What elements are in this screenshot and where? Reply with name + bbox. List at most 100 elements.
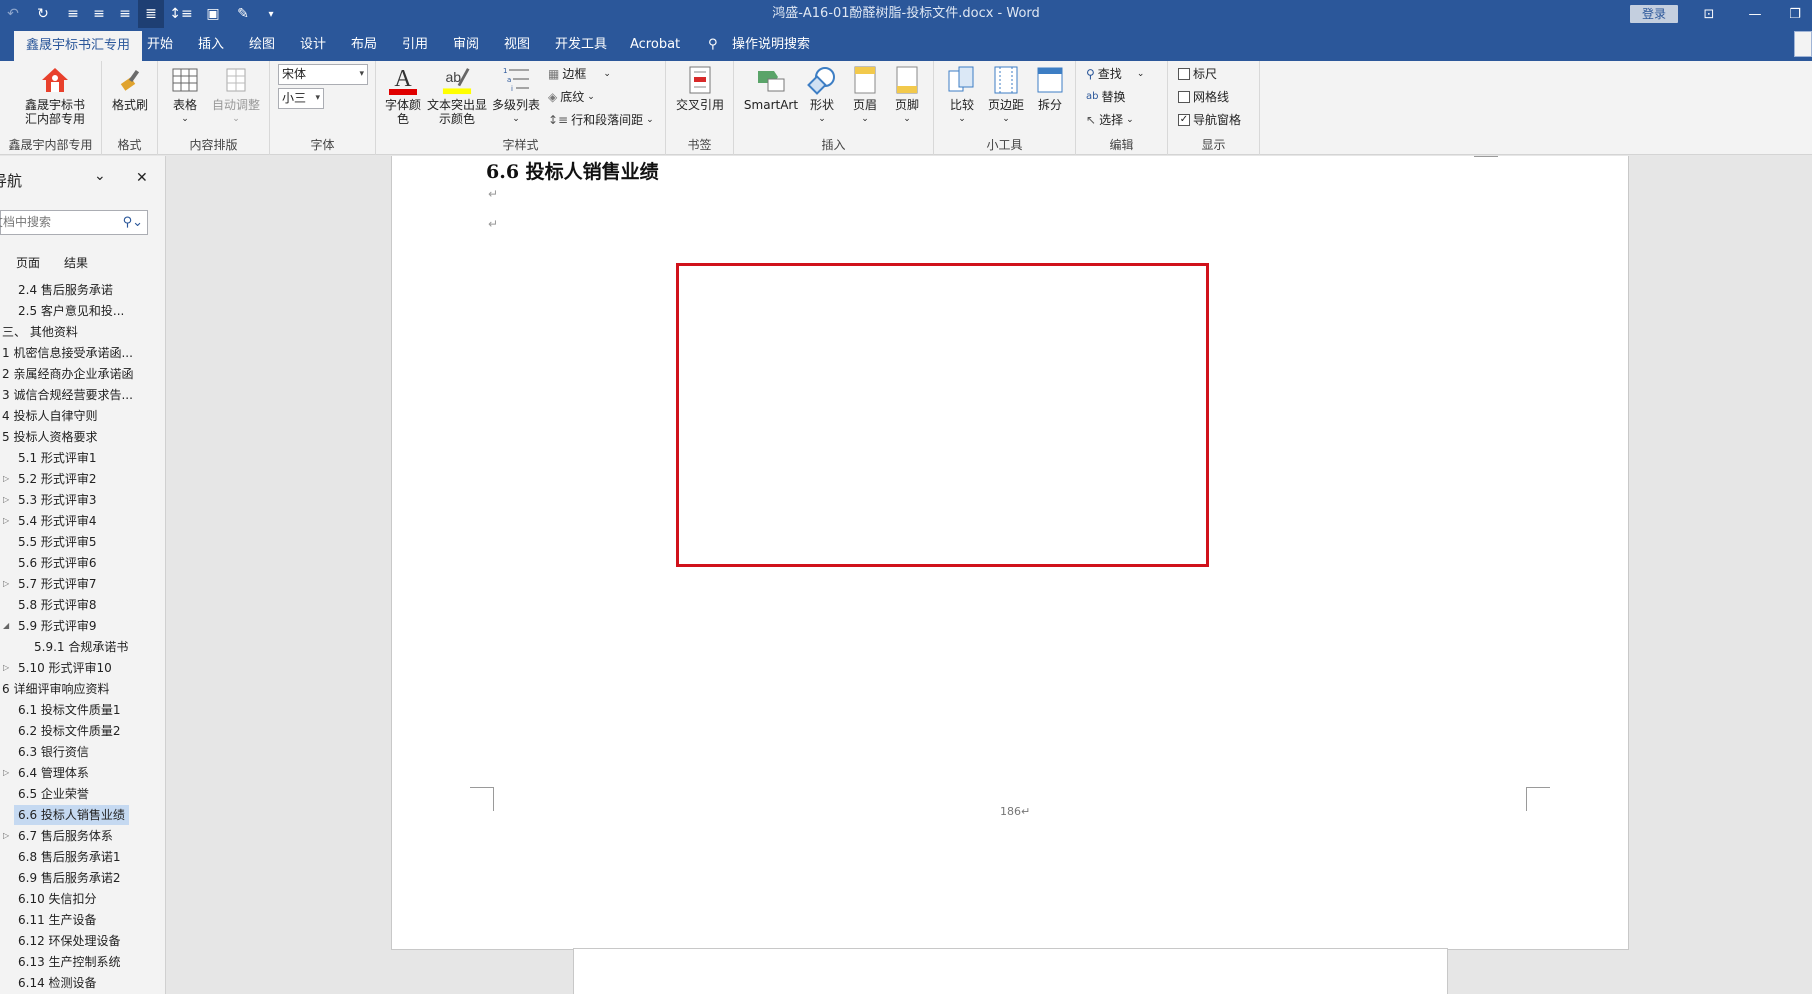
align-left-icon[interactable]: ≡ xyxy=(60,0,86,28)
cross-reference-button[interactable]: 交叉引用 xyxy=(674,64,726,112)
format-painter-button[interactable]: 格式刷 xyxy=(108,64,152,112)
save-as-icon[interactable]: ▣ xyxy=(198,0,228,28)
format-painter-icon[interactable]: ✎ xyxy=(228,0,258,28)
nav-tab-pages[interactable]: 页面 xyxy=(16,254,40,271)
nav-tab-results[interactable]: 结果 xyxy=(64,254,88,271)
nav-search-input[interactable]: 在文档中搜索 ⚲⌄ xyxy=(0,210,148,235)
line-spacing-icon[interactable]: ↕≡ xyxy=(164,0,198,28)
search-icon[interactable]: ⚲⌄ xyxy=(123,211,143,234)
nav-heading-item[interactable]: 6.8 售后服务承诺1 xyxy=(18,847,121,867)
nav-heading-item[interactable]: 5.1 形式评审1 xyxy=(18,448,97,468)
footer-button[interactable]: 页脚 ⌄ xyxy=(886,64,928,126)
tab-view[interactable]: 视图 xyxy=(494,28,540,61)
login-button[interactable]: 登录 xyxy=(1630,5,1678,23)
nav-heading-item[interactable]: 6.11 生产设备 xyxy=(18,910,97,930)
smartart-button[interactable]: SmartArt xyxy=(742,64,800,112)
tab-home[interactable]: 开始 xyxy=(137,28,183,61)
nav-heading-item[interactable]: 5 投标人资格要求 xyxy=(2,427,97,447)
nav-heading-item[interactable]: 6.5 企业荣誉 xyxy=(18,784,89,804)
ruler-checkbox[interactable]: 标尺 xyxy=(1178,64,1217,84)
align-center-icon[interactable]: ≡ xyxy=(86,0,112,28)
find-button[interactable]: ⚲ 查找 ⌄ xyxy=(1086,64,1144,84)
collapse-icon[interactable]: ◢ xyxy=(3,616,11,636)
nav-heading-item[interactable]: 5.9.1 合规承诺书 xyxy=(34,637,128,657)
section-heading[interactable]: 6.6 投标人销售业绩 xyxy=(486,157,659,184)
nav-heading-item[interactable]: 6.2 投标文件质量2 xyxy=(18,721,121,741)
tab-review[interactable]: 审阅 xyxy=(443,28,489,61)
expand-icon[interactable]: ▷ xyxy=(3,511,11,531)
font-name-combo[interactable]: 宋体 ▾ xyxy=(278,64,368,85)
nav-heading-item[interactable]: 6 详细评审响应资料 xyxy=(2,679,109,699)
nav-heading-item[interactable]: 2.4 售后服务承诺 xyxy=(18,280,113,300)
nav-heading-item[interactable]: 5.7 形式评审7 xyxy=(18,574,97,594)
tab-acrobat[interactable]: Acrobat xyxy=(620,28,690,61)
tab-draw[interactable]: 绘图 xyxy=(239,28,285,61)
nav-heading-item[interactable]: 5.4 形式评审4 xyxy=(18,511,97,531)
nav-heading-item[interactable]: 6.4 管理体系 xyxy=(18,763,89,783)
expand-icon[interactable]: ▷ xyxy=(3,826,11,846)
shapes-button[interactable]: 形状 ⌄ xyxy=(802,64,842,126)
nav-pane-checkbox[interactable]: ✓ 导航窗格 xyxy=(1178,110,1241,130)
font-size-combo[interactable]: 小三 ▾ xyxy=(278,88,324,109)
shading-button[interactable]: ◈ 底纹 ⌄ xyxy=(548,87,595,107)
tab-references[interactable]: 引用 xyxy=(392,28,438,61)
customize-icon[interactable]: ▾ xyxy=(258,0,284,28)
compare-button[interactable]: 比较 ⌄ xyxy=(942,64,982,126)
justify-icon[interactable]: ≣ xyxy=(138,0,164,28)
replace-button[interactable]: ab 替换 xyxy=(1086,87,1126,107)
tab-insert[interactable]: 插入 xyxy=(188,28,234,61)
nav-heading-item[interactable]: 5.3 形式评审3 xyxy=(18,490,97,510)
share-icon[interactable] xyxy=(1794,31,1812,57)
close-icon[interactable]: ✕ xyxy=(136,170,148,186)
expand-icon[interactable]: ▷ xyxy=(3,469,11,489)
undo-icon[interactable]: ↶ xyxy=(0,0,26,28)
nav-heading-item[interactable]: 3 诚信合规经营要求告... xyxy=(2,385,133,405)
nav-heading-item[interactable]: 6.13 生产控制系统 xyxy=(18,952,121,972)
tab-design[interactable]: 设计 xyxy=(290,28,336,61)
nav-heading-item[interactable]: 6.14 检测设备 xyxy=(18,973,97,993)
tab-developer[interactable]: 开发工具 xyxy=(545,28,617,61)
nav-heading-item[interactable]: 5.5 形式评审5 xyxy=(18,532,97,552)
auto-fit-button[interactable]: 自动调整 ⌄ xyxy=(208,64,264,126)
minimize-icon[interactable]: — xyxy=(1732,0,1778,28)
tab-xinsheng[interactable]: 鑫晟宇标书汇专用 xyxy=(14,31,143,61)
select-button[interactable]: ↖ 选择 ⌄ xyxy=(1086,110,1134,130)
nav-heading-item[interactable]: 5.9 形式评审9 xyxy=(18,616,97,636)
expand-icon[interactable]: ▷ xyxy=(3,763,11,783)
nav-heading-item[interactable]: 6.6 投标人销售业绩 xyxy=(14,805,129,825)
paragraph-spacing-button[interactable]: ↕≡ 行和段落间距 ⌄ xyxy=(548,110,654,130)
nav-heading-item[interactable]: 5.2 形式评审2 xyxy=(18,469,97,489)
gridlines-checkbox[interactable]: 网格线 xyxy=(1178,87,1229,107)
nav-heading-item[interactable]: 5.8 形式评审8 xyxy=(18,595,97,615)
border-button[interactable]: ▦ 边框 ⌄ xyxy=(548,64,611,84)
maximize-icon[interactable]: ❐ xyxy=(1778,0,1812,28)
nav-heading-item[interactable]: 6.7 售后服务体系 xyxy=(18,826,113,846)
ribbon-display-icon[interactable]: ⊡ xyxy=(1686,0,1732,28)
header-button[interactable]: 页眉 ⌄ xyxy=(844,64,886,126)
tab-layout[interactable]: 布局 xyxy=(341,28,387,61)
nav-heading-item[interactable]: 6.10 失信扣分 xyxy=(18,889,97,909)
margins-button[interactable]: 页边距 ⌄ xyxy=(984,64,1028,126)
nav-heading-item[interactable]: 6.12 环保处理设备 xyxy=(18,931,121,951)
tell-me-search[interactable]: 操作说明搜索 xyxy=(722,28,820,61)
xinsheng-button[interactable]: 鑫晟宇标书汇内部专用 xyxy=(20,64,90,126)
nav-heading-item[interactable]: 2 亲属经商办企业承诺函 xyxy=(2,364,133,384)
nav-heading-item[interactable]: 5.10 形式评审10 xyxy=(18,658,112,678)
expand-icon[interactable]: ▷ xyxy=(3,658,11,678)
table-button[interactable]: 表格 ⌄ xyxy=(168,64,202,126)
split-button[interactable]: 拆分 xyxy=(1030,64,1070,112)
font-color-button[interactable]: A 字体颜色 xyxy=(382,64,424,126)
nav-heading-item[interactable]: 6.1 投标文件质量1 xyxy=(18,700,121,720)
nav-heading-item[interactable]: 6.9 售后服务承诺2 xyxy=(18,868,121,888)
expand-icon[interactable]: ▷ xyxy=(3,490,11,510)
align-right-icon[interactable]: ≡ xyxy=(112,0,138,28)
nav-heading-item[interactable]: 1 机密信息接受承诺函... xyxy=(2,343,133,363)
chevron-down-icon[interactable]: ⌄ xyxy=(94,168,106,184)
redo-icon[interactable]: ↻ xyxy=(26,0,60,28)
nav-heading-item[interactable]: 6.3 银行资信 xyxy=(18,742,89,762)
nav-heading-item[interactable]: 三、 其他资料 xyxy=(2,322,78,342)
highlight-button[interactable]: ab 文本突出显示颜色 xyxy=(426,64,488,126)
multilevel-list-button[interactable]: 1ai 多级列表 ⌄ xyxy=(490,64,542,126)
nav-heading-item[interactable]: 2.5 客户意见和投... xyxy=(18,301,124,321)
expand-icon[interactable]: ▷ xyxy=(3,574,11,594)
